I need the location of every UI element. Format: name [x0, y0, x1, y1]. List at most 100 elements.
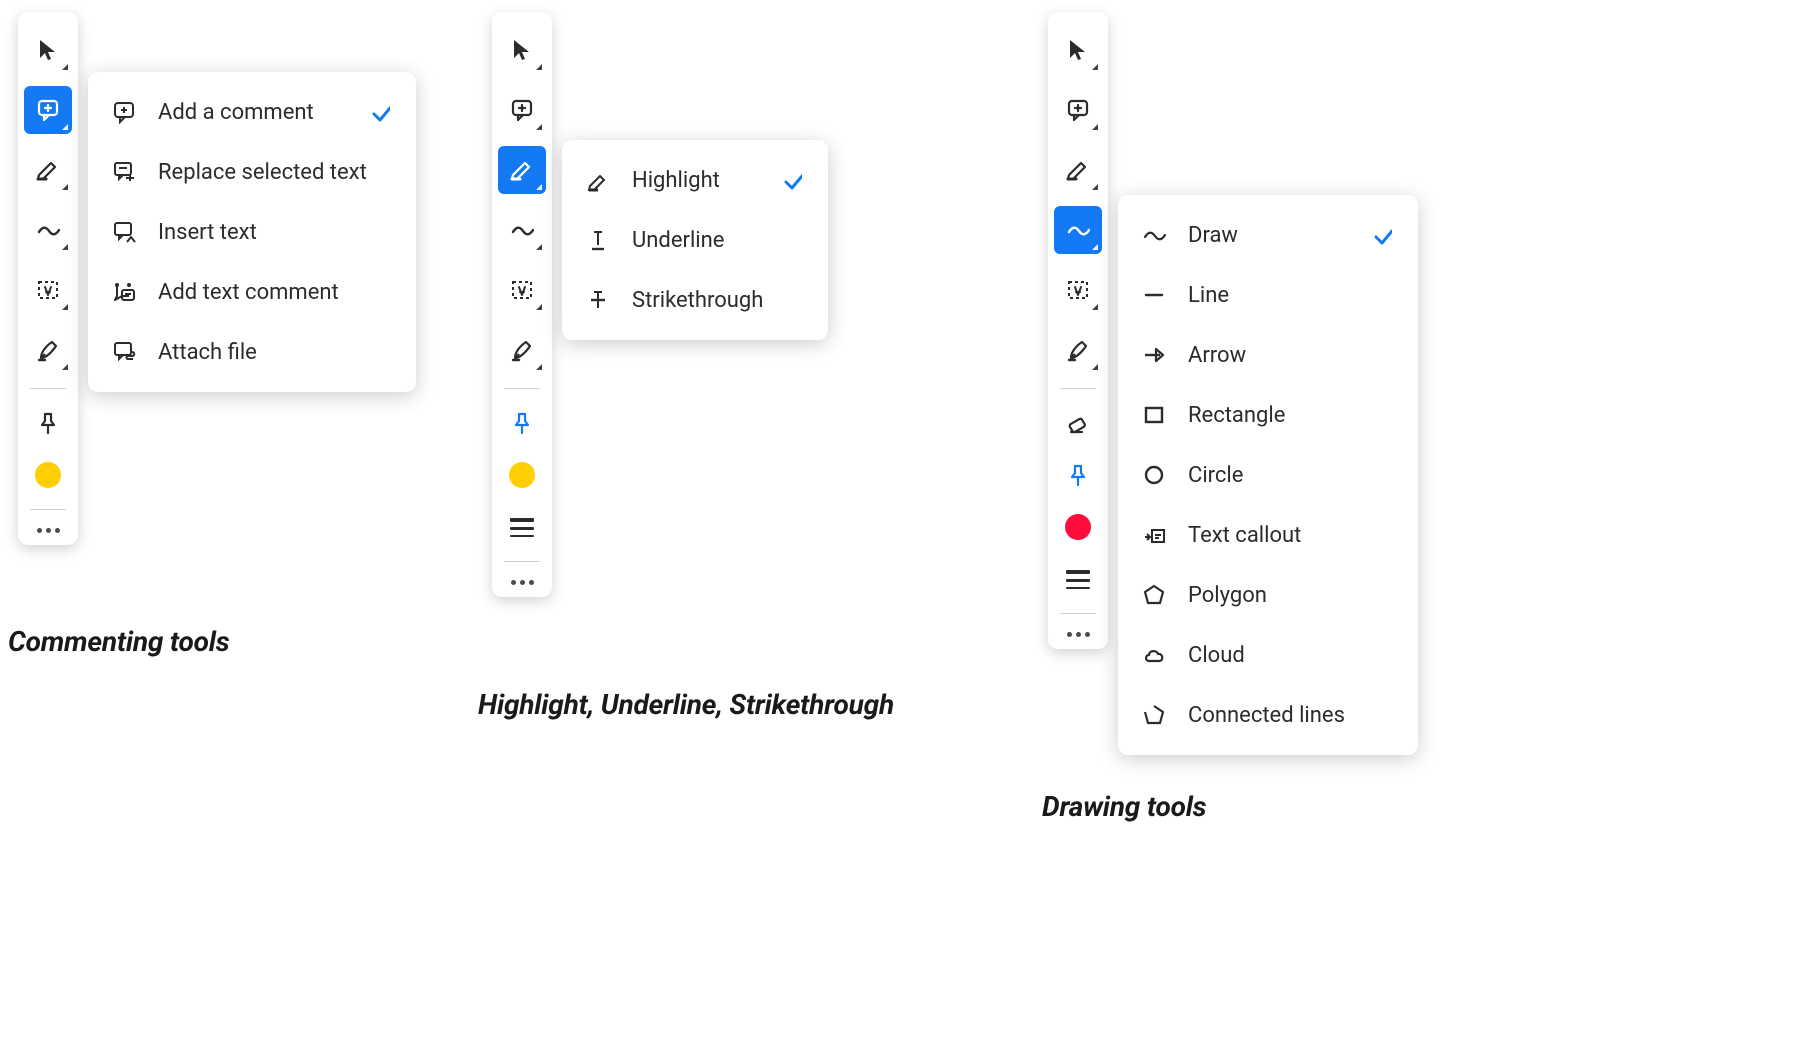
cloud-icon	[1140, 643, 1168, 667]
textbox-tool[interactable]	[24, 266, 72, 314]
draw-tool[interactable]	[1054, 206, 1102, 254]
replace-text-icon	[110, 160, 138, 184]
flyout-item-label: Add text comment	[158, 280, 352, 305]
flyout-item-label: Highlight	[632, 168, 764, 193]
flyout-item-label: Add a comment	[158, 100, 352, 125]
check-icon	[370, 102, 394, 122]
insert-text-icon	[110, 220, 138, 244]
flyout-item-label: Arrow	[1188, 343, 1354, 368]
color-swatch-icon	[1065, 514, 1091, 540]
draw-tool[interactable]	[24, 206, 72, 254]
underline-icon	[584, 228, 612, 252]
divider	[504, 388, 540, 389]
flyout-item-circle[interactable]: Circle	[1118, 445, 1418, 505]
select-tool[interactable]	[498, 26, 546, 74]
flyout-item-label: Insert text	[158, 220, 352, 245]
flyout-item-label: Cloud	[1188, 643, 1354, 668]
flyout-item-arrow[interactable]: Arrow	[1118, 325, 1418, 385]
draw-tool[interactable]	[498, 206, 546, 254]
comment-tool[interactable]	[24, 86, 72, 134]
pin-tool[interactable]	[498, 399, 546, 447]
drawing-toolbar	[1048, 12, 1108, 649]
select-tool[interactable]	[24, 26, 72, 74]
line-thickness-tool[interactable]	[498, 503, 546, 551]
flyout-item-insert-text[interactable]: Insert text	[88, 202, 416, 262]
flyout-item-label: Circle	[1188, 463, 1354, 488]
flyout-item-add-comment[interactable]: Add a comment	[88, 82, 416, 142]
color-picker[interactable]	[24, 451, 72, 499]
flyout-item-label: Draw	[1188, 223, 1354, 248]
flyout-item-text-comment[interactable]: Add text comment	[88, 262, 416, 322]
highlight-toolbar	[492, 12, 552, 597]
polygon-icon	[1140, 583, 1168, 607]
flyout-item-label: Polygon	[1188, 583, 1354, 608]
line-thickness-icon	[1066, 570, 1090, 589]
divider	[1060, 613, 1096, 614]
flyout-item-label: Line	[1188, 283, 1354, 308]
flyout-item-attach-file[interactable]: Attach file	[88, 322, 416, 382]
textbox-tool[interactable]	[1054, 266, 1102, 314]
color-picker[interactable]	[1054, 503, 1102, 551]
caption-highlight: Highlight, Underline, Strikethrough	[478, 688, 894, 721]
check-icon	[782, 170, 806, 190]
flyout-item-draw[interactable]: Draw	[1118, 205, 1418, 265]
strikethrough-icon	[584, 288, 612, 312]
connected-lines-icon	[1140, 703, 1168, 727]
highlight-icon	[584, 168, 612, 192]
attach-file-icon	[110, 340, 138, 364]
flyout-item-rectangle[interactable]: Rectangle	[1118, 385, 1418, 445]
more-tools-button[interactable]	[511, 570, 534, 591]
flyout-item-cloud[interactable]: Cloud	[1118, 625, 1418, 685]
divider	[1060, 388, 1096, 389]
commenting-toolbar	[18, 12, 78, 545]
more-tools-button[interactable]	[1067, 622, 1090, 643]
divider	[30, 388, 66, 389]
signature-tool[interactable]	[498, 326, 546, 374]
pin-tool[interactable]	[1054, 451, 1102, 499]
caption-commenting: Commenting tools	[8, 625, 229, 658]
pin-tool[interactable]	[24, 399, 72, 447]
flyout-item-polygon[interactable]: Polygon	[1118, 565, 1418, 625]
comment-tool[interactable]	[1054, 86, 1102, 134]
arrow-icon	[1140, 343, 1168, 367]
color-swatch-icon	[35, 462, 61, 488]
select-tool[interactable]	[1054, 26, 1102, 74]
flyout-item-label: Strikethrough	[632, 288, 764, 313]
signature-tool[interactable]	[1054, 326, 1102, 374]
highlight-flyout: Highlight Underline Strikethrough	[562, 140, 828, 340]
highlight-tool[interactable]	[498, 146, 546, 194]
caption-drawing: Drawing tools	[1042, 790, 1206, 823]
flyout-item-strikethrough[interactable]: Strikethrough	[562, 270, 828, 330]
flyout-item-replace-text[interactable]: Replace selected text	[88, 142, 416, 202]
commenting-flyout: Add a comment Replace selected text Inse…	[88, 72, 416, 392]
flyout-item-label: Replace selected text	[158, 160, 367, 185]
check-icon	[1372, 225, 1396, 245]
text-comment-icon	[110, 280, 138, 304]
flyout-item-highlight[interactable]: Highlight	[562, 150, 828, 210]
text-callout-icon	[1140, 523, 1168, 547]
color-picker[interactable]	[498, 451, 546, 499]
textbox-tool[interactable]	[498, 266, 546, 314]
comment-plus-icon	[110, 100, 138, 124]
more-tools-button[interactable]	[37, 518, 60, 539]
flyout-item-text-callout[interactable]: Text callout	[1118, 505, 1418, 565]
flyout-item-label: Text callout	[1188, 523, 1354, 548]
line-icon	[1140, 283, 1168, 307]
comment-tool[interactable]	[498, 86, 546, 134]
divider	[30, 509, 66, 510]
line-thickness-tool[interactable]	[1054, 555, 1102, 603]
eraser-tool[interactable]	[1054, 399, 1102, 447]
flyout-item-line[interactable]: Line	[1118, 265, 1418, 325]
flyout-item-label: Underline	[632, 228, 764, 253]
draw-free-icon	[1140, 223, 1168, 247]
highlight-tool[interactable]	[24, 146, 72, 194]
circle-icon	[1140, 463, 1168, 487]
drawing-flyout: Draw Line Arrow Rectangle Circle Text ca…	[1118, 195, 1418, 755]
line-thickness-icon	[510, 518, 534, 537]
flyout-item-connected-lines[interactable]: Connected lines	[1118, 685, 1418, 745]
highlight-tool[interactable]	[1054, 146, 1102, 194]
flyout-item-underline[interactable]: Underline	[562, 210, 828, 270]
flyout-item-label: Connected lines	[1188, 703, 1354, 728]
signature-tool[interactable]	[24, 326, 72, 374]
flyout-item-label: Attach file	[158, 340, 352, 365]
